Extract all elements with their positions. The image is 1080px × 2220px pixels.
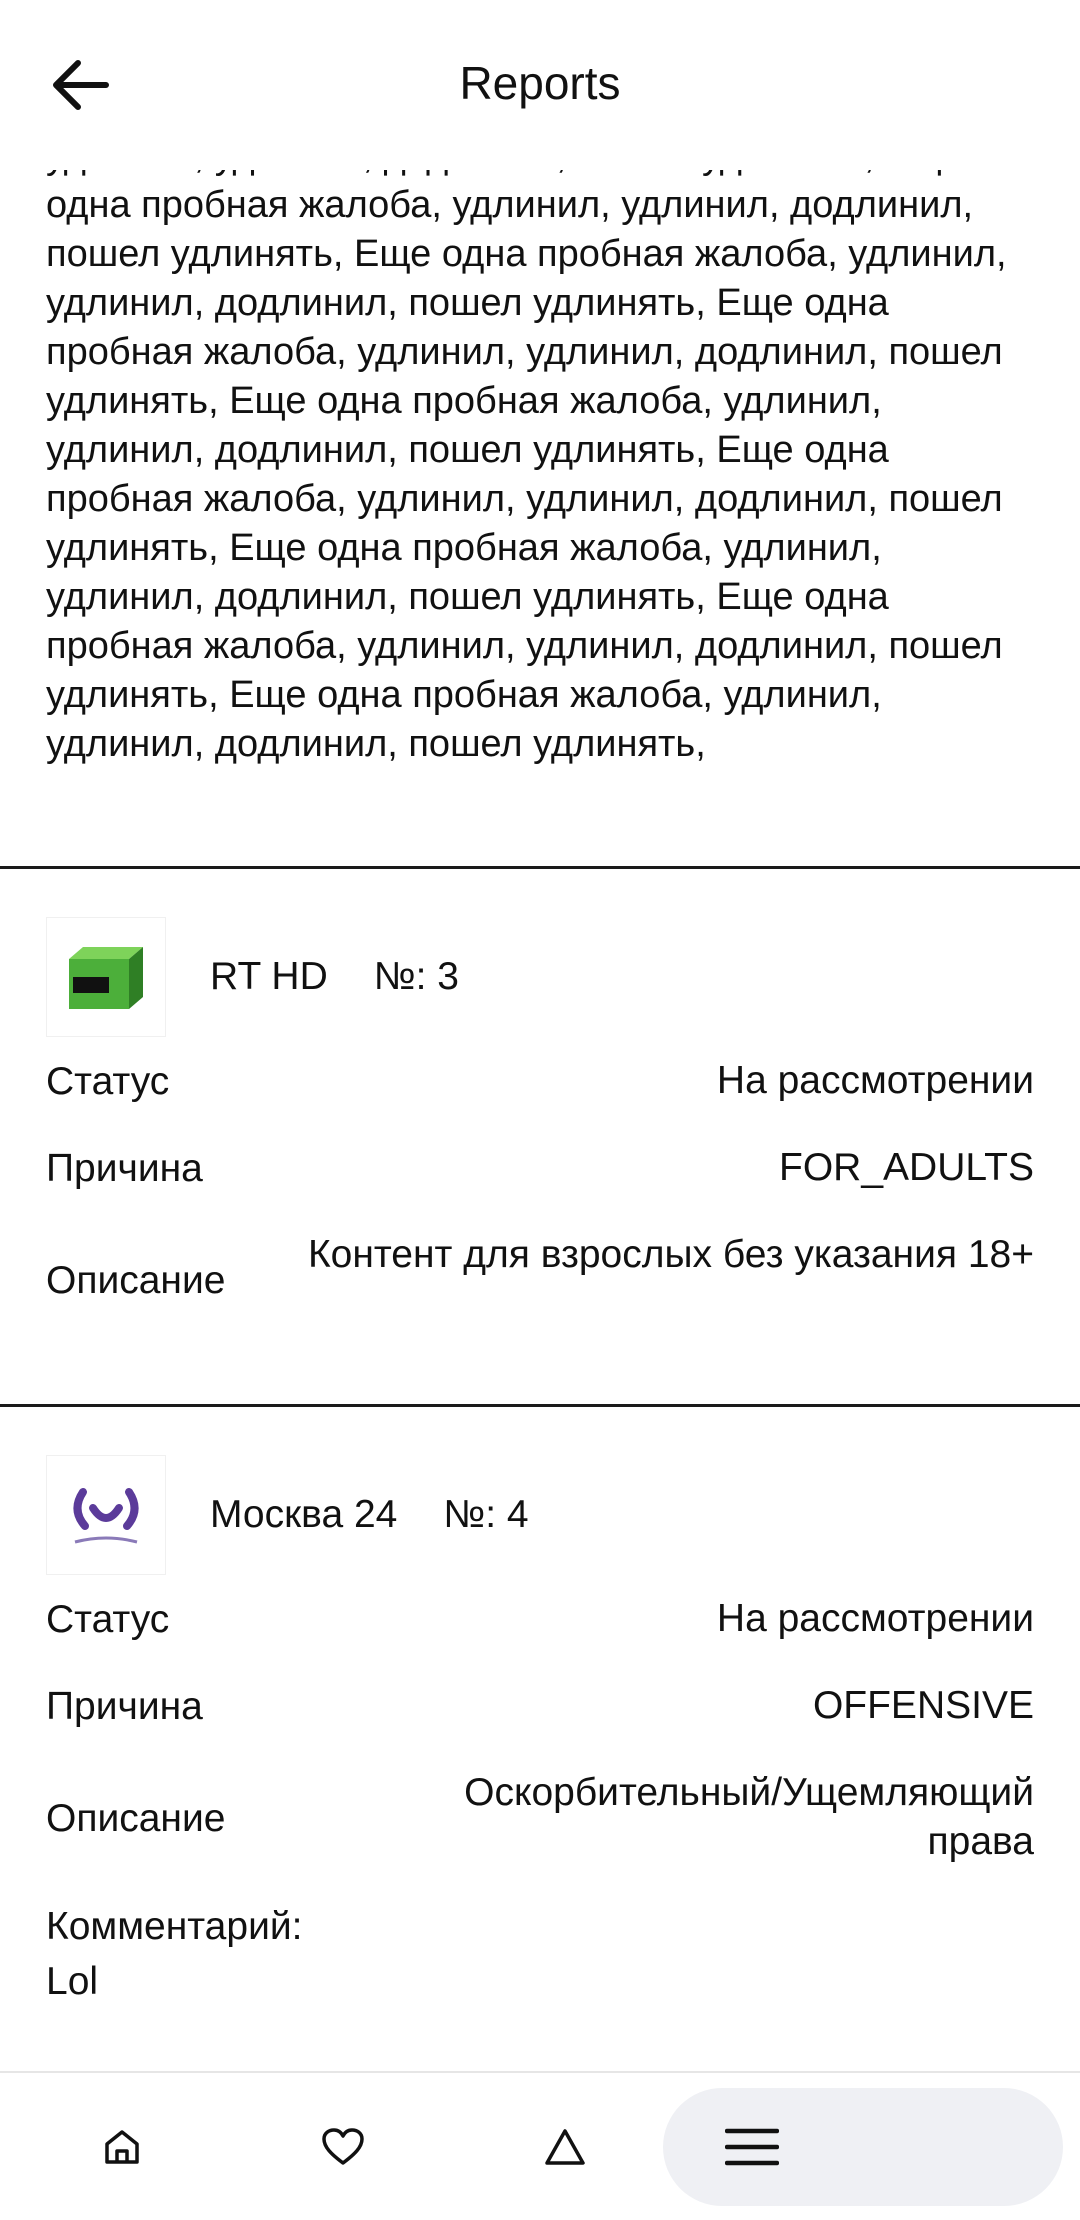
description-label: Описание	[46, 1259, 226, 1302]
report-header: RT HD №: 3	[46, 916, 459, 1038]
reason-label: Причина	[46, 1147, 203, 1190]
moscow-24-logo-icon	[73, 1488, 139, 1544]
report-divider	[0, 1404, 1080, 1407]
status-value: На рассмотрении	[716, 1059, 1034, 1102]
status-label: Статус	[46, 1598, 170, 1641]
app-bar: Reports	[0, 0, 1080, 170]
reason-value: OFFENSIVE	[812, 1684, 1034, 1727]
channel-logo	[46, 1455, 166, 1575]
rt-d-logo-icon	[69, 947, 143, 1009]
nav-menu[interactable]	[663, 2088, 1063, 2206]
triangle-icon	[545, 2129, 585, 2165]
home-icon	[105, 2130, 139, 2164]
nav-triangle[interactable]	[505, 2088, 625, 2206]
report-divider	[0, 866, 1080, 869]
report-header: Москва 24 №: 4	[46, 1454, 529, 1576]
heart-icon	[322, 2128, 364, 2165]
report-card: RT HD №: 3 Статус На рассмотрении Причин…	[0, 916, 1080, 1386]
description-value: Оскорбительный/Ущемляющий права	[464, 1771, 1034, 1863]
nav-favorites[interactable]	[283, 2088, 403, 2206]
report-card: Москва 24 №: 4 Статус На рассмотрении Пр…	[0, 1454, 1080, 2014]
reason-label: Причина	[46, 1685, 203, 1728]
reason-value: FOR_ADULTS	[779, 1146, 1034, 1189]
channel-name: Москва 24	[210, 1493, 398, 1536]
channel-logo	[46, 917, 166, 1037]
report-number: №: 4	[443, 1493, 529, 1536]
channel-name: RT HD	[210, 955, 328, 998]
bottom-nav	[0, 2073, 1080, 2220]
page-title: Reports	[459, 57, 621, 109]
report-number: №: 3	[373, 955, 459, 998]
previous-report-comment: удлинил, удлинил, додлинил, пошел удлиня…	[46, 150, 1007, 765]
comment-value: Lol	[46, 1960, 99, 2003]
comment-label: Комментарий:	[46, 1905, 303, 1948]
status-value: На рассмотрении	[716, 1597, 1034, 1640]
nav-home[interactable]	[62, 2088, 182, 2206]
description-value: Контент для взрослых без указания 18+	[307, 1233, 1034, 1276]
menu-icon	[724, 2128, 780, 2166]
description-label: Описание	[46, 1797, 226, 1840]
status-label: Статус	[46, 1060, 170, 1103]
reports-list[interactable]: удлинил, удлинил, додлинил, пошел удлиня…	[0, 150, 1080, 2070]
